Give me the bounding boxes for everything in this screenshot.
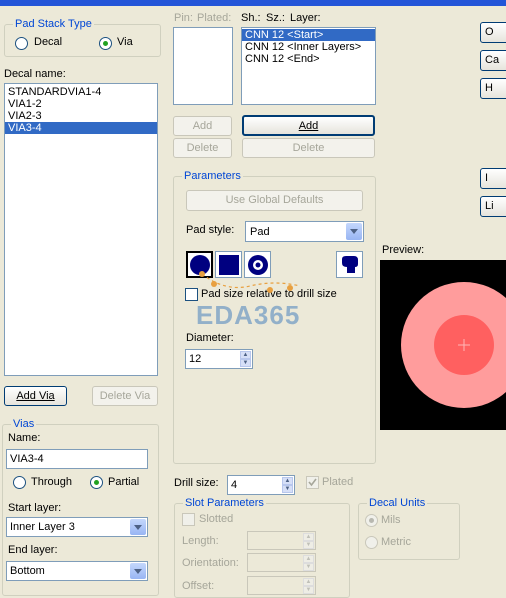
metric-label: Metric — [381, 536, 411, 548]
orientation-input[interactable]: ▲ ▼ — [247, 553, 316, 572]
preview-canvas — [380, 260, 506, 430]
slotted-checkbox[interactable] — [182, 513, 195, 526]
vias-title: Vias — [11, 418, 37, 430]
delete-via-button[interactable]: Delete Via — [92, 386, 158, 406]
chevron-down-icon[interactable] — [346, 223, 362, 240]
start-layer-value: Inner Layer 3 — [10, 521, 75, 533]
i-button[interactable]: I — [480, 168, 506, 189]
partial-radio[interactable] — [90, 476, 103, 489]
plated-checkbox[interactable] — [306, 476, 319, 489]
length-input[interactable]: ▲ ▼ — [247, 531, 316, 550]
chevron-down-icon[interactable] — [130, 563, 146, 579]
plated-header: Plated: — [197, 12, 232, 24]
mils-radio[interactable] — [365, 514, 378, 527]
end-layer-label: End layer: — [8, 544, 58, 556]
pin-header: Pin: — [174, 12, 193, 24]
layer-delete-button[interactable]: Delete — [242, 138, 375, 158]
add-via-button[interactable]: Add Via — [4, 386, 67, 406]
via-name-value: VIA3-4 — [10, 453, 44, 465]
chevron-down-icon[interactable] — [130, 519, 146, 535]
custom-pad-icon[interactable] — [336, 251, 363, 278]
offset-input[interactable]: ▲ ▼ — [247, 576, 316, 595]
title-bar — [0, 0, 506, 6]
through-radio[interactable] — [13, 476, 26, 489]
via-radio[interactable] — [99, 37, 112, 50]
pin-delete-button[interactable]: Delete — [173, 138, 232, 158]
pad-preview-graphic — [401, 282, 506, 408]
drill-size-input[interactable]: 4 ▲ ▼ — [227, 475, 295, 495]
orientation-spinner[interactable]: ▲ ▼ — [303, 555, 314, 571]
partial-radio-label: Partial — [108, 476, 140, 488]
layer-add-button[interactable]: Add — [242, 115, 375, 136]
decal-radio[interactable] — [15, 37, 28, 50]
help-button[interactable]: H — [480, 78, 506, 99]
mils-label: Mils — [381, 514, 401, 526]
via-name-label: Name: — [8, 432, 41, 444]
slotted-label: Slotted — [199, 513, 234, 525]
list-item[interactable]: CNN 12 <Start> — [242, 29, 375, 41]
end-layer-select[interactable]: Bottom — [6, 561, 148, 581]
preview-label: Preview: — [382, 244, 425, 256]
start-layer-label: Start layer: — [8, 502, 62, 514]
diameter-input[interactable]: 12 ▲ ▼ — [185, 349, 253, 369]
pad-stack-type-title: Pad Stack Type — [13, 18, 94, 30]
decal-name-label: Decal name: — [4, 68, 66, 80]
use-global-defaults-button[interactable]: Use Global Defaults — [186, 190, 363, 211]
metric-radio[interactable] — [365, 536, 378, 549]
ok-button[interactable]: O — [480, 22, 506, 43]
drill-size-label: Drill size: — [174, 477, 219, 489]
through-radio-label: Through — [31, 476, 72, 488]
length-spinner[interactable]: ▲ ▼ — [303, 533, 314, 549]
layer-header: Layer: — [290, 12, 321, 24]
plated-label: Plated — [322, 476, 354, 488]
offset-label: Offset: — [182, 580, 215, 592]
decal-name-list[interactable]: STANDARDVIA1-4 VIA1-2 VIA2-3 VIA3-4 — [4, 83, 158, 376]
pad-style-label: Pad style: — [186, 224, 235, 236]
list-item[interactable]: CNN 12 <Inner Layers> — [242, 41, 375, 53]
watermark-text: EDA365 — [196, 300, 301, 330]
via-radio-label: Via — [117, 36, 133, 48]
sh-header: Sh.: — [241, 12, 261, 24]
list-item[interactable]: STANDARDVIA1-4 — [5, 86, 157, 98]
drill-size-spinner[interactable]: ▲ ▼ — [282, 477, 293, 493]
start-layer-select[interactable]: Inner Layer 3 — [6, 517, 148, 537]
list-item[interactable]: VIA1-2 — [5, 98, 157, 110]
parameters-title: Parameters — [182, 170, 243, 182]
list-item[interactable]: VIA3-4 — [5, 122, 157, 134]
slot-parameters-title: Slot Parameters — [183, 497, 266, 509]
list-item[interactable]: VIA2-3 — [5, 110, 157, 122]
diameter-value: 12 — [189, 353, 202, 365]
length-label: Length: — [182, 535, 219, 547]
sz-header: Sz.: — [266, 12, 285, 24]
via-name-input[interactable]: VIA3-4 — [6, 449, 148, 469]
li-button[interactable]: Li — [480, 196, 506, 217]
pin-list[interactable] — [173, 27, 233, 105]
orientation-label: Orientation: — [182, 557, 239, 569]
drill-size-value: 4 — [231, 479, 238, 491]
offset-spinner[interactable]: ▲ ▼ — [303, 578, 314, 594]
decal-radio-label: Decal — [34, 36, 63, 48]
diameter-spinner[interactable]: ▲ ▼ — [240, 351, 251, 367]
custom-pad-shape — [341, 255, 358, 273]
pad-style-select[interactable]: Pad — [245, 221, 364, 242]
decal-units-group: Decal Units — [358, 497, 460, 560]
check-icon — [308, 478, 317, 487]
diameter-label: Diameter: — [186, 332, 234, 344]
decal-units-title: Decal Units — [367, 497, 428, 509]
list-item[interactable]: CNN 12 <End> — [242, 53, 375, 65]
pad-style-value: Pad — [250, 226, 270, 238]
cancel-button[interactable]: Ca — [480, 50, 506, 71]
end-layer-value: Bottom — [10, 565, 45, 577]
pin-add-button[interactable]: Add — [173, 116, 232, 136]
layer-list[interactable]: CNN 12 <Start> CNN 12 <Inner Layers> CNN… — [241, 27, 376, 105]
